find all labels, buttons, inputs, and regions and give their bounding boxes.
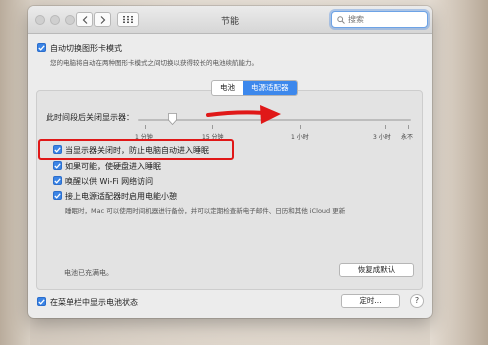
tick-label-1hour: 1 小时 — [291, 134, 309, 141]
power-source-tabs: 电池 电源适配器 — [211, 80, 298, 96]
annotation-arrow-icon — [206, 105, 281, 124]
wifi-wake-label: 唤醒以供 Wi-Fi 网络访问 — [65, 177, 154, 186]
background-left — [0, 0, 30, 345]
checkmark-icon — [54, 162, 61, 169]
auto-switch-checkbox[interactable] — [37, 43, 46, 52]
power-nap-label: 接上电源适配器时启用电能小憩 — [65, 192, 177, 201]
preferences-window: 节能 自动切换图形卡模式 您的电脑将自动在两种图形卡模式之间切换以获得较长的电池… — [28, 6, 432, 318]
checkmark-icon — [38, 298, 45, 305]
show-battery-menubar-label: 在菜单栏中显示电池状态 — [50, 298, 138, 307]
disk-sleep-checkbox[interactable] — [53, 161, 62, 170]
title-bar: 节能 — [28, 6, 432, 34]
battery-status-text: 电池已充满电。 — [64, 269, 113, 277]
tick-3hours — [385, 125, 386, 129]
auto-switch-label: 自动切换图形卡模式 — [50, 44, 122, 53]
power-nap-description: 睡眠时，Mac 可以使用时间机器进行备份，并可以定期检查新电子邮件、日历和其他 … — [65, 207, 346, 215]
checkmark-icon — [54, 177, 61, 184]
help-button[interactable]: ? — [410, 294, 424, 308]
tick-1min — [145, 125, 146, 129]
checkmark-icon — [54, 192, 61, 199]
search-input[interactable] — [345, 15, 418, 24]
restore-defaults-button[interactable]: 恢复成默认 — [339, 263, 414, 277]
background-right — [430, 0, 488, 345]
checkmark-icon — [38, 44, 45, 51]
search-field[interactable] — [331, 11, 428, 28]
auto-switch-description: 您的电脑将自动在两种图形卡模式之间切换以获得较长的电池续航能力。 — [50, 59, 258, 67]
show-battery-menubar-checkbox[interactable] — [37, 297, 46, 306]
tick-label-never: 永不 — [401, 134, 414, 141]
disk-sleep-label: 如果可能，使硬盘进入睡眠 — [65, 162, 161, 171]
tick-1hour — [300, 125, 301, 129]
power-nap-checkbox[interactable] — [53, 191, 62, 200]
tick-label-3hours: 3 小时 — [373, 134, 391, 141]
display-sleep-label: 此时间段后关闭显示器： — [46, 113, 134, 122]
wifi-wake-checkbox[interactable] — [53, 176, 62, 185]
tick-never — [408, 125, 409, 129]
annotation-highlight-box — [38, 139, 234, 160]
search-icon — [337, 15, 345, 24]
slider-thumb[interactable] — [168, 113, 177, 125]
tab-battery[interactable]: 电池 — [212, 81, 243, 95]
schedule-button[interactable]: 定时... — [341, 294, 400, 308]
tab-power-adapter[interactable]: 电源适配器 — [243, 81, 297, 95]
